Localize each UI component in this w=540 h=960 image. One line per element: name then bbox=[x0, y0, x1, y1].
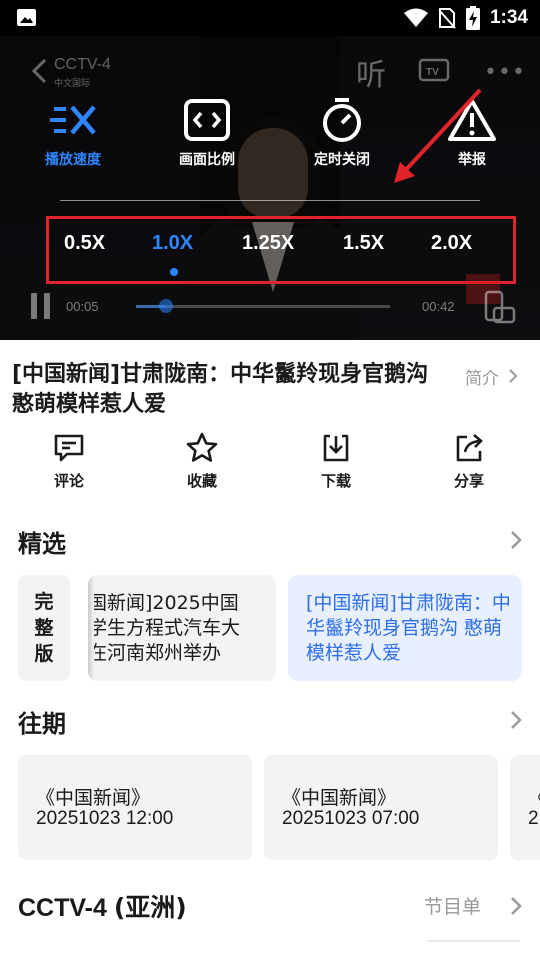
share-button[interactable]: 分享 bbox=[429, 432, 509, 491]
action-label: 分享 bbox=[453, 472, 484, 490]
speed-icon bbox=[50, 105, 96, 135]
status-bar: 1:34 bbox=[0, 0, 540, 36]
past-episode-datetime: 2 bbox=[528, 808, 539, 829]
video-title: [中国新闻]甘肃陇南：中华鬣羚现身官鹅沟 憨萌模样惹人爱 bbox=[12, 362, 429, 417]
featured-more-chevron-icon[interactable] bbox=[508, 528, 524, 552]
past-episode-card[interactable]: 《中国新闻》 20251023 07:00 bbox=[264, 755, 498, 860]
intro-link[interactable]: 简介 bbox=[465, 364, 518, 389]
timer-icon bbox=[323, 98, 361, 142]
past-section-title: 往期 bbox=[18, 710, 66, 738]
featured-section-title: 精选 bbox=[18, 530, 66, 558]
featured-card-text: 国新闻]2025中国 学生方程式汽车大 在河南郑州举办 bbox=[88, 592, 241, 664]
past-episode-name: 《 bbox=[528, 783, 540, 810]
chevron-right-icon bbox=[509, 369, 518, 383]
featured-card-text: [中国新闻]甘肃陇南：中华鬣羚现身官鹅沟 憨萌模样惹人爱 bbox=[306, 592, 511, 664]
menu-aspect-ratio[interactable]: 画面比例 bbox=[162, 98, 252, 169]
past-episode-datetime: 20251023 07:00 bbox=[282, 808, 420, 829]
star-icon bbox=[186, 432, 218, 462]
tv-cast-icon[interactable]: TV bbox=[418, 54, 452, 84]
speed-option-1.5x[interactable]: 1.5X bbox=[343, 232, 384, 255]
status-time: 1:34 bbox=[489, 7, 528, 28]
menu-label: 画面比例 bbox=[179, 152, 235, 168]
wifi-icon bbox=[403, 8, 428, 27]
past-episode-name: 《中国新闻》 bbox=[282, 787, 397, 809]
past-episode-datetime: 20251023 12:00 bbox=[36, 808, 174, 829]
pause-icon[interactable] bbox=[30, 292, 52, 320]
no-sim-icon bbox=[438, 8, 456, 29]
more-icon[interactable]: ••• bbox=[484, 60, 526, 85]
action-label: 收藏 bbox=[186, 472, 217, 490]
speed-option-0.5x[interactable]: 0.5X bbox=[64, 232, 105, 255]
featured-card-active[interactable]: [中国新闻]甘肃陇南：中华鬣羚现身官鹅沟 憨萌模样惹人爱 bbox=[288, 575, 522, 681]
menu-playback-speed[interactable]: 播放速度 bbox=[28, 98, 118, 169]
past-episode-name: 《中国新闻》 bbox=[36, 787, 151, 809]
channel-label: CCTV-4 bbox=[54, 56, 111, 73]
svg-text:TV: TV bbox=[426, 67, 439, 78]
past-more-chevron-icon[interactable] bbox=[508, 708, 524, 732]
past-episode-card[interactable]: 《 2 bbox=[510, 755, 540, 860]
aspect-ratio-icon bbox=[184, 99, 230, 141]
back-arrow-icon[interactable] bbox=[30, 58, 48, 84]
intro-label: 简介 bbox=[465, 369, 499, 389]
channel-sublabel: 中文国际 bbox=[54, 79, 91, 89]
speed-option-2.0x[interactable]: 2.0X bbox=[431, 232, 472, 255]
schedule-divider bbox=[428, 940, 520, 942]
image-icon bbox=[17, 9, 36, 26]
channel-name: CCTV-4 (亚洲) bbox=[18, 893, 187, 922]
menu-label: 播放速度 bbox=[45, 152, 101, 168]
speed-option-1.25x[interactable]: 1.25X bbox=[242, 232, 294, 255]
menu-divider bbox=[60, 200, 480, 201]
schedule-chevron-icon[interactable] bbox=[508, 894, 524, 918]
action-label: 评论 bbox=[53, 472, 84, 490]
featured-card[interactable]: 国新闻]2025中国 学生方程式汽车大 在河南郑州举办 bbox=[88, 575, 276, 681]
total-time: 00:42 bbox=[422, 299, 455, 314]
action-bar: 评论 收藏 下载 分享 bbox=[0, 432, 540, 496]
progress-bar[interactable] bbox=[136, 299, 390, 313]
video-player[interactable]: CCTV-4 中文国际 听 TV ••• 播放速度 画面比例 定时关闭 举报 0… bbox=[0, 36, 540, 340]
speed-option-1.0x[interactable]: 1.0X bbox=[152, 232, 193, 255]
schedule-link[interactable]: 节目单 bbox=[424, 892, 481, 919]
rotate-screen-icon[interactable] bbox=[484, 290, 516, 324]
full-version-tag[interactable]: 完 整 版 bbox=[18, 575, 70, 681]
share-icon bbox=[456, 434, 483, 462]
download-button[interactable]: 下载 bbox=[296, 432, 376, 491]
comment-icon bbox=[54, 434, 84, 462]
battery-charging-icon bbox=[465, 6, 480, 30]
full-version-label: 完 整 版 bbox=[34, 591, 54, 665]
past-episode-card[interactable]: 《中国新闻》 20251023 12:00 bbox=[18, 755, 252, 860]
annotation-arrow-icon bbox=[394, 88, 482, 183]
favorite-button[interactable]: 收藏 bbox=[162, 432, 242, 491]
menu-sleep-timer[interactable]: 定时关闭 bbox=[297, 98, 387, 169]
menu-label: 定时关闭 bbox=[314, 152, 370, 168]
download-icon bbox=[323, 434, 349, 462]
current-time: 00:05 bbox=[66, 299, 99, 314]
selected-speed-indicator bbox=[170, 268, 178, 276]
comment-button[interactable]: 评论 bbox=[29, 432, 109, 491]
action-label: 下载 bbox=[320, 472, 351, 490]
